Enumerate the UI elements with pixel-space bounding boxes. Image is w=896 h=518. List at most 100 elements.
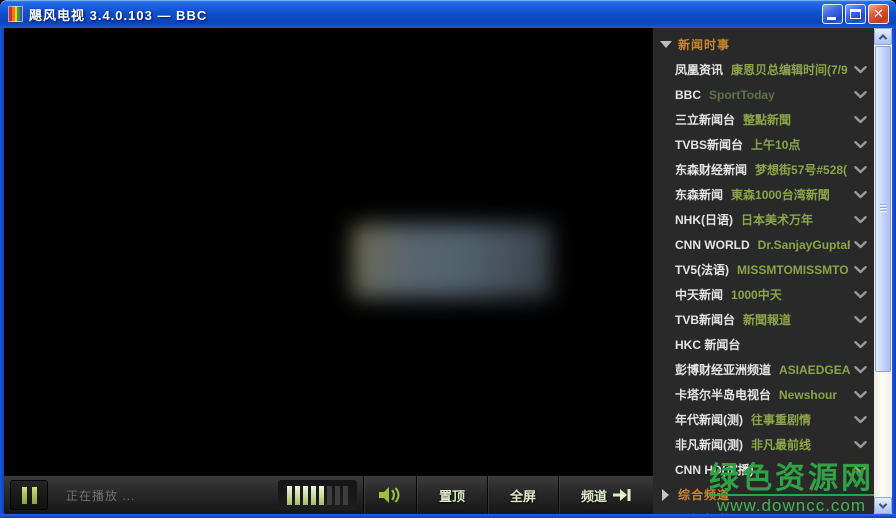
channel-row[interactable]: 年代新闻(测)往事重剧情: [653, 407, 874, 432]
program-name: 新聞報道: [743, 311, 791, 328]
channel-row[interactable]: 东森财经新闻梦想街57号#528(: [653, 157, 874, 182]
chevron-down-icon[interactable]: [854, 216, 867, 224]
watermark-url: www.downcc.com: [709, 494, 874, 515]
chevron-down-icon[interactable]: [854, 291, 867, 299]
channel-name: 凤凰资讯: [675, 61, 723, 78]
channel-name: CNN WORLD: [675, 238, 750, 252]
volume-bar[interactable]: [295, 486, 300, 505]
close-button[interactable]: ✕: [868, 4, 889, 24]
program-name: 東森1000台湾新聞: [731, 186, 830, 203]
window-controls: ✕: [822, 4, 889, 24]
chevron-down-icon[interactable]: [854, 341, 867, 349]
pause-button[interactable]: [10, 480, 48, 510]
scroll-up-icon: [879, 34, 887, 42]
chevron-down-icon[interactable]: [854, 66, 867, 74]
minimize-button[interactable]: [822, 4, 843, 24]
volume-bar[interactable]: [327, 486, 332, 505]
video-frame: [352, 224, 552, 298]
sidebar-scrollbar[interactable]: [874, 28, 892, 514]
channel-row[interactable]: 东森新闻東森1000台湾新聞: [653, 182, 874, 207]
app-logo-icon: [8, 6, 23, 22]
channel-row[interactable]: TVB新闻台新聞報道: [653, 307, 874, 332]
pause-icon: [32, 487, 37, 504]
fullscreen-label: 全屏: [510, 486, 536, 505]
program-name: 上午10点: [751, 136, 800, 153]
channel-name: 年代新闻(测): [675, 411, 743, 428]
channel-name: 彭博财经亚洲频道: [675, 361, 771, 378]
window-title: 飓风电视 3.4.0.103 — BBC: [29, 5, 207, 24]
scrollbar-thumb[interactable]: [875, 46, 891, 372]
window-border-right: [892, 28, 896, 514]
chevron-down-icon[interactable]: [854, 366, 867, 374]
fullscreen-button[interactable]: 全屏: [488, 476, 558, 514]
channel-name: TV5(法语): [675, 261, 729, 278]
channel-name: 中天新闻: [675, 286, 723, 303]
mute-button[interactable]: [364, 476, 416, 514]
chevron-down-icon[interactable]: [854, 441, 867, 449]
channel-name: 三立新闻台: [675, 111, 735, 128]
chevron-down-icon[interactable]: [854, 391, 867, 399]
app-window: 飓风电视 3.4.0.103 — BBC ✕ 正在播放 ...: [0, 0, 896, 518]
chevron-down-icon[interactable]: [854, 91, 867, 99]
scroll-down-icon: [879, 500, 887, 508]
program-name: MISSMTOMISSMTO: [737, 263, 849, 277]
channel-row[interactable]: NHK(日语)日本美术万年: [653, 207, 874, 232]
maximize-icon: [850, 9, 861, 19]
channel-row[interactable]: 彭博财经亚洲频道ASIAEDGEASI: [653, 357, 874, 382]
pin-on-top-label: 置顶: [439, 486, 465, 505]
channel-row[interactable]: 凤凰资讯康恩贝总编辑时间(7/9: [653, 57, 874, 82]
program-name: 梦想街57号#528(: [755, 161, 847, 178]
volume-bar[interactable]: [303, 486, 308, 505]
channel-list-toggle-button[interactable]: 频道: [559, 476, 653, 514]
watermark-title: 绿色资源网: [709, 463, 874, 495]
title-bar[interactable]: 飓风电视 3.4.0.103 — BBC ✕: [0, 0, 896, 28]
minimize-icon: [827, 17, 836, 20]
chevron-down-icon[interactable]: [854, 166, 867, 174]
channel-row[interactable]: 中天新闻1000中天: [653, 282, 874, 307]
channel-row[interactable]: CNN WORLD Dr.SanjayGuptaRepo: [653, 232, 874, 257]
volume-bar[interactable]: [319, 486, 324, 505]
channel-row[interactable]: BBCSportToday: [653, 82, 874, 107]
close-icon: ✕: [869, 5, 888, 23]
chevron-down-icon[interactable]: [854, 266, 867, 274]
window-border-bottom: [0, 514, 896, 518]
channel-name: TVB新闻台: [675, 311, 735, 328]
chevron-down-icon[interactable]: [854, 191, 867, 199]
arrow-right-bar-icon: [613, 488, 631, 502]
channel-row[interactable]: HKC 新闻台: [653, 332, 874, 357]
chevron-down-icon[interactable]: [854, 416, 867, 424]
channel-name: 卡塔尔半岛电视台: [675, 386, 771, 403]
speaker-icon: [378, 485, 402, 505]
maximize-button[interactable]: [845, 4, 866, 24]
channel-row[interactable]: 三立新闻台整點新聞: [653, 107, 874, 132]
chevron-down-icon[interactable]: [854, 241, 867, 249]
volume-bar[interactable]: [335, 486, 340, 505]
window-border-left: [0, 28, 4, 514]
channel-row[interactable]: 非凡新闻(测)非凡最前线: [653, 432, 874, 457]
program-name: Newshour: [779, 388, 837, 402]
channel-row[interactable]: TV5(法语) MISSMTOMISSMTO: [653, 257, 874, 282]
program-name: Dr.SanjayGuptaRepo: [758, 238, 850, 252]
channel-toggle-label: 频道: [581, 486, 607, 505]
scrollbar-down-button[interactable]: [874, 497, 892, 514]
channel-name: BBC: [675, 88, 701, 102]
volume-level-bars[interactable]: [278, 480, 357, 510]
triangle-down-icon: [660, 41, 672, 48]
channel-row[interactable]: TVBS新闻台上午10点: [653, 132, 874, 157]
chevron-down-icon[interactable]: [854, 116, 867, 124]
triangle-right-icon: [662, 489, 669, 501]
pin-on-top-button[interactable]: 置顶: [417, 476, 487, 514]
chevron-down-icon[interactable]: [854, 141, 867, 149]
volume-bar[interactable]: [343, 486, 348, 505]
chevron-down-icon[interactable]: [854, 316, 867, 324]
volume-bar[interactable]: [311, 486, 316, 505]
channel-name: 非凡新闻(测): [675, 436, 743, 453]
site-watermark: 绿色资源网 www.downcc.com: [709, 463, 874, 515]
channel-row[interactable]: 卡塔尔半岛电视台 Newshour: [653, 382, 874, 407]
channel-name: NHK(日语): [675, 211, 733, 228]
scrollbar-up-button[interactable]: [874, 28, 892, 45]
video-area[interactable]: [4, 28, 653, 475]
category-header[interactable]: 新闻时事: [653, 32, 874, 57]
volume-bar[interactable]: [287, 486, 292, 505]
playback-status: 正在播放 ...: [66, 487, 135, 504]
